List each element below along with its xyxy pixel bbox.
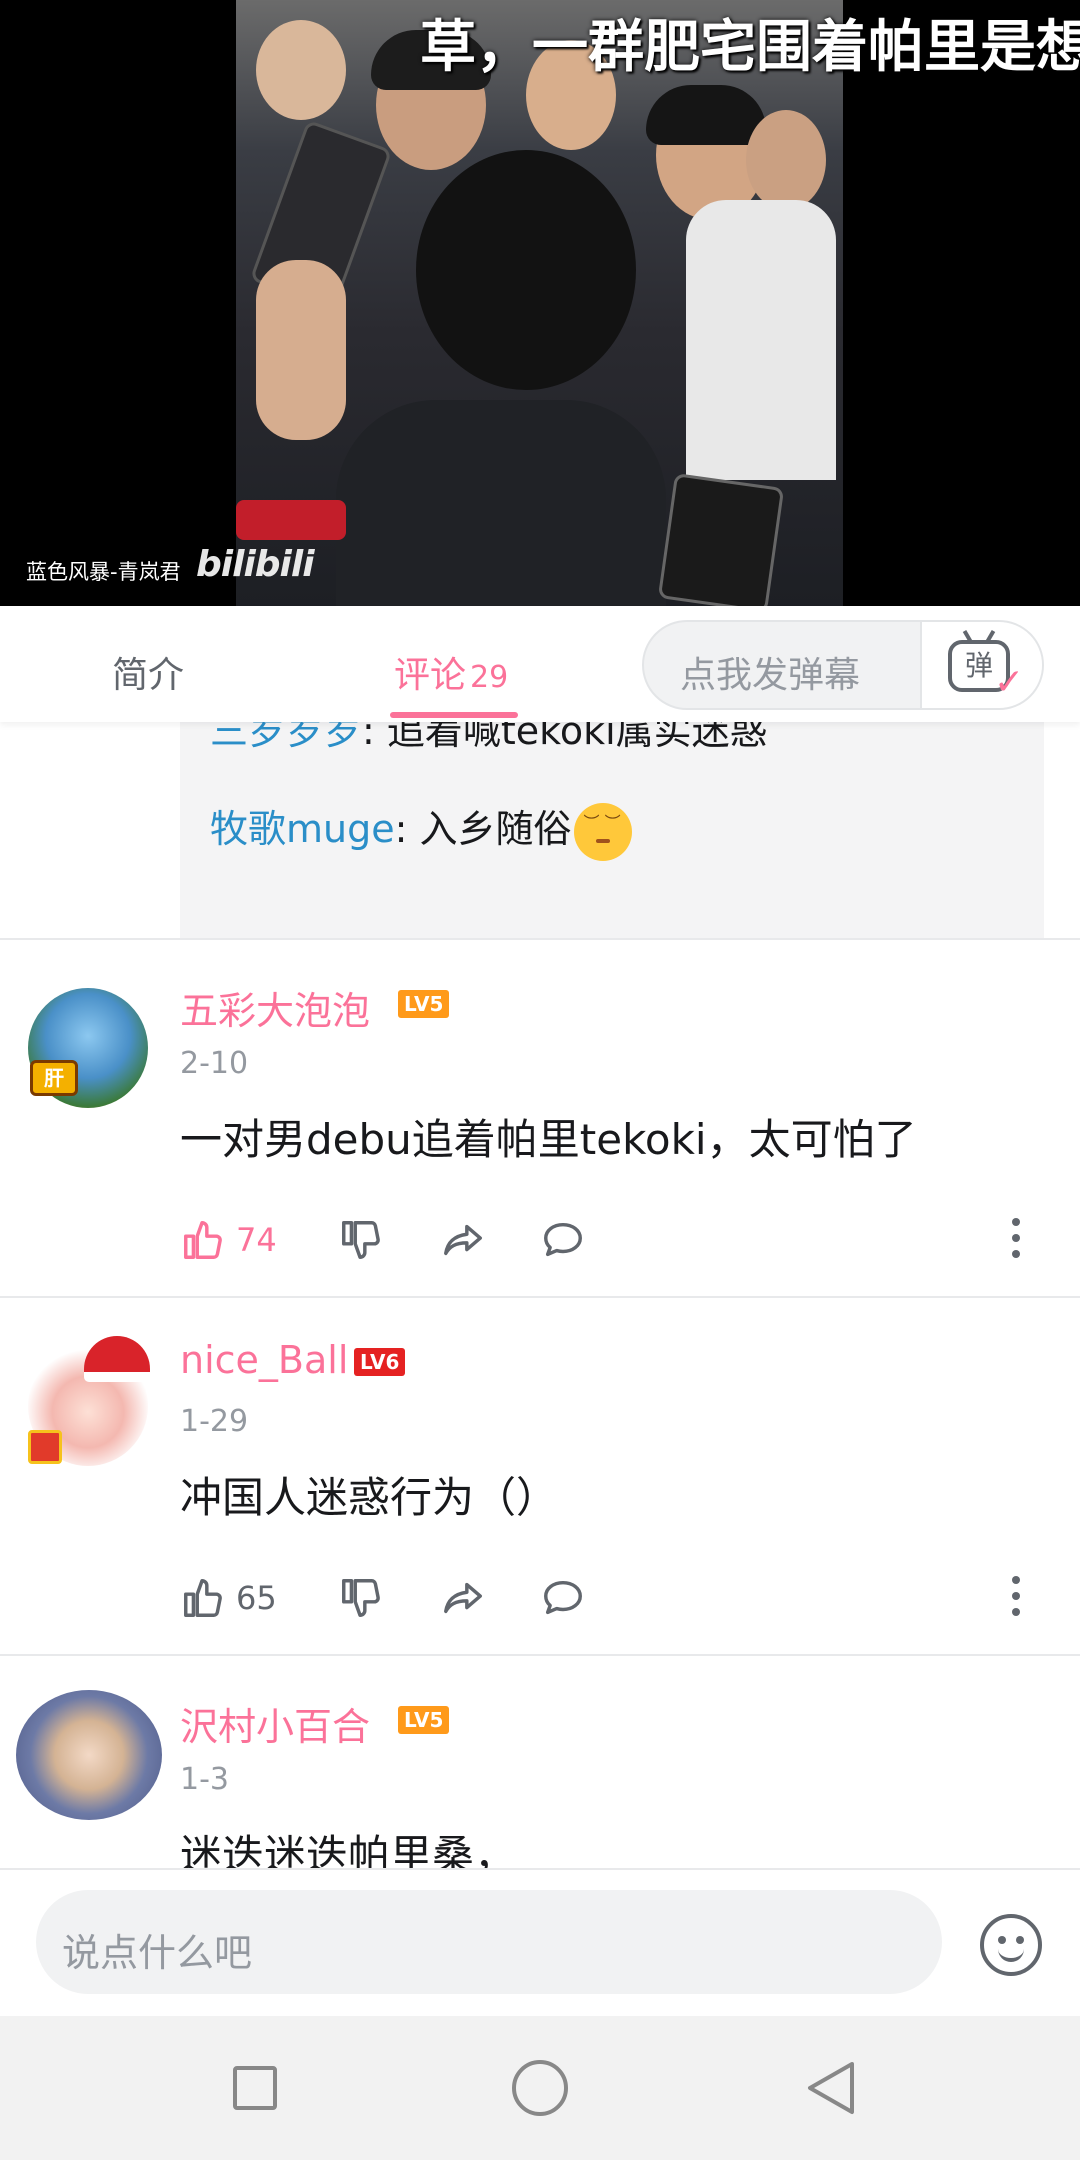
thumbs-up-icon xyxy=(184,1221,222,1259)
danmaku-input[interactable]: 点我发弹幕 弹 ✓ xyxy=(642,620,1044,710)
recent-apps-icon[interactable] xyxy=(233,2066,277,2110)
comment-item: nice_Ball LV6 1-29 冲国人迷惑行为（） 65 xyxy=(0,1298,1080,1654)
thumbs-up-icon xyxy=(184,1579,222,1617)
sub-reply-name[interactable]: 三岁岁岁 xyxy=(210,722,362,753)
like-button[interactable]: 65 xyxy=(180,1570,277,1626)
tab-comments-label: 评论 xyxy=(394,655,467,696)
tab-bar: 简介 评论 29 点我发弹幕 弹 ✓ xyxy=(0,606,1080,722)
tab-active-indicator xyxy=(390,712,518,718)
more-options-icon[interactable] xyxy=(1010,1218,1022,1264)
comment-actions: 65 xyxy=(180,1570,1040,1630)
emoji-icon[interactable] xyxy=(980,1914,1042,1976)
video-player[interactable]: 草，一群肥宅围着帕里是想怎么 蓝色风暴-青岚君 bilibili xyxy=(0,0,1080,606)
share-button[interactable] xyxy=(438,1212,488,1268)
comment-username[interactable]: 五彩大泡泡 xyxy=(180,980,370,1035)
share-icon xyxy=(444,1582,482,1614)
danmaku-toggle-button[interactable]: 弹 ✓ xyxy=(920,622,1042,708)
santa-hat-icon xyxy=(84,1336,150,1382)
comment-bubble-icon xyxy=(544,1222,582,1257)
share-icon xyxy=(444,1224,482,1256)
comment-date: 1-3 xyxy=(180,1762,229,1797)
comment-username[interactable]: nice_Ball xyxy=(180,1338,348,1382)
tab-comments[interactable]: 评论 29 xyxy=(394,646,508,698)
more-options-icon[interactable] xyxy=(1010,1576,1022,1622)
like-button[interactable]: 74 xyxy=(180,1212,277,1268)
avatar[interactable] xyxy=(28,1336,150,1466)
video-frame xyxy=(236,0,843,606)
avatar[interactable]: 肝 xyxy=(28,988,148,1108)
comment-input-bar: 说点什么吧 xyxy=(0,1868,1080,2016)
bilibili-logo: bilibili xyxy=(196,544,315,585)
sub-reply-item[interactable]: 牧歌muge: 入乡随俗 xyxy=(210,798,632,861)
comment-date: 2-10 xyxy=(180,1046,249,1081)
comment-text[interactable]: 冲国人迷惑行为（） xyxy=(180,1464,558,1525)
check-icon: ✓ xyxy=(994,662,1025,703)
sub-reply-text: : 入乡随俗 xyxy=(394,807,572,851)
reply-button[interactable] xyxy=(538,1212,588,1268)
thumbs-down-icon xyxy=(342,1221,380,1259)
gift-icon xyxy=(28,1430,62,1464)
comment-list: 三岁岁岁: 追着喊tekoki属实迷惑 牧歌muge: 入乡随俗 肝 五彩大泡泡… xyxy=(0,722,1080,1868)
sub-reply-name[interactable]: 牧歌muge xyxy=(210,807,395,851)
sub-reply-item[interactable]: 三岁岁岁: 追着喊tekoki属实迷惑 xyxy=(210,722,768,755)
comment-text[interactable]: 迷迭迷迭帕里桑， xyxy=(180,1822,516,1868)
comment-actions: 74 xyxy=(180,1212,1040,1272)
level-badge: LV6 xyxy=(354,1348,406,1376)
like-count: 65 xyxy=(236,1579,277,1617)
home-icon[interactable] xyxy=(512,2060,568,2116)
comment-text[interactable]: 一对男debu追着帕里tekoki，太可怕了 xyxy=(180,1106,917,1167)
comment-username[interactable]: 沢村小百合 xyxy=(180,1696,370,1751)
shy-face-emoji-icon xyxy=(573,802,632,861)
avatar[interactable] xyxy=(16,1690,162,1820)
level-badge: LV5 xyxy=(398,1706,450,1734)
system-navigation-bar xyxy=(0,2016,1080,2160)
comment-item: 肝 五彩大泡泡 LV5 2-10 一对男debu追着帕里tekoki，太可怕了 … xyxy=(0,940,1080,1296)
danmaku-placeholder: 点我发弹幕 xyxy=(680,655,861,696)
back-icon[interactable] xyxy=(802,2058,860,2118)
comment-date: 1-29 xyxy=(180,1404,249,1439)
thumbs-down-icon xyxy=(342,1579,380,1617)
tab-intro[interactable]: 简介 xyxy=(112,646,184,698)
avatar-badge-icon: 肝 xyxy=(30,1060,78,1096)
dislike-button[interactable] xyxy=(338,1570,384,1626)
sub-reply-text: : 追着喊tekoki属实迷惑 xyxy=(362,722,768,753)
comment-item: 沢村小百合 LV5 1-3 迷迭迷迭帕里桑， xyxy=(0,1656,1080,1868)
uploader-watermark: 蓝色风暴-青岚君 xyxy=(26,560,181,584)
level-badge: LV5 xyxy=(398,990,450,1018)
like-count: 74 xyxy=(236,1221,277,1259)
comment-input[interactable]: 说点什么吧 xyxy=(36,1890,942,1994)
danmaku-text: 草，一群肥宅围着帕里是想怎么 xyxy=(420,15,1080,80)
comment-count: 29 xyxy=(470,660,509,695)
share-button[interactable] xyxy=(438,1570,488,1626)
dislike-button[interactable] xyxy=(338,1212,384,1268)
comment-bubble-icon xyxy=(544,1580,582,1615)
reply-button[interactable] xyxy=(538,1570,588,1626)
